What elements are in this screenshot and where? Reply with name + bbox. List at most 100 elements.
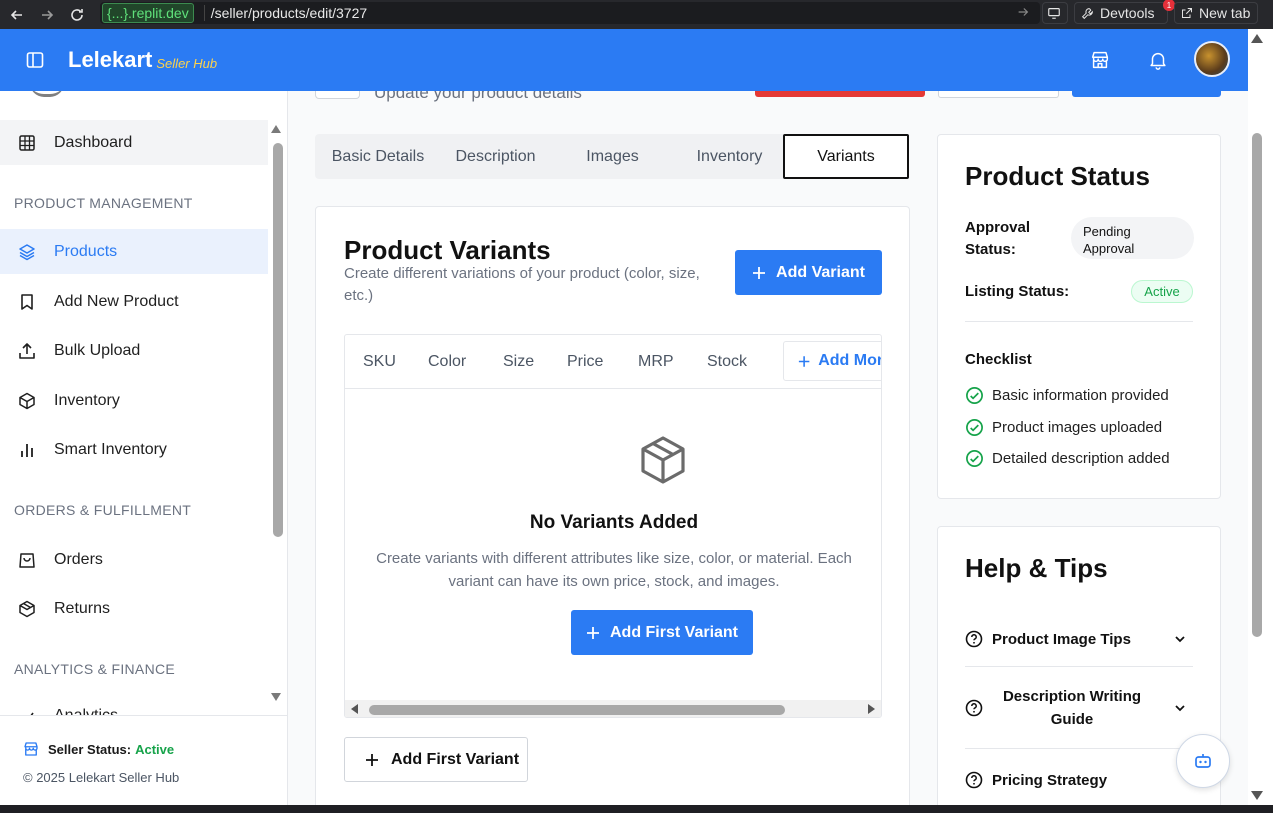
bell-icon[interactable] [1147,49,1169,71]
add-more-button[interactable]: Add More [783,341,881,381]
new-tab-button[interactable]: New tab [1174,2,1258,24]
variants-description: Create different variations of your prod… [344,265,700,304]
forward-icon[interactable] [34,4,60,26]
page-scroll-thumb[interactable] [1252,133,1262,637]
sidebar-item-add-new-product[interactable]: Add New Product [0,279,268,324]
add-first-variant-outline-button[interactable]: Add First Variant [344,737,528,782]
add-more-label: Add More [818,352,881,369]
sidebar-item-orders[interactable]: Orders [0,537,268,582]
table-horizontal-scrollbar[interactable] [345,700,881,717]
go-arrow-icon[interactable] [1016,5,1030,19]
seller-status-value: Active [135,741,175,757]
accordion-product-image-tips[interactable]: Product Image Tips [965,627,1193,651]
tab-description[interactable]: Description [437,134,554,179]
store-icon [24,742,38,756]
screen-icon[interactable] [1042,2,1068,24]
product-tabs: Basic Details Description Images Invento… [315,134,909,179]
variants-table: SKU Color Size Price MRP Stock Add More … [344,334,882,718]
package-return-icon [19,600,35,617]
sidebar-item-label: Orders [54,550,103,568]
add-first-variant-outline-label: Add First Variant [391,750,520,768]
address-bar[interactable]: {...}.replit.dev /seller/products/edit/3… [100,2,1040,24]
sidebar-footer: Seller Status: Active © 2025 Lelekart Se… [0,715,287,805]
sidebar-item-label: Inventory [54,391,120,409]
sidebar-item-label: Smart Inventory [54,440,167,458]
help-circle-icon [965,771,983,789]
sidebar-item-returns[interactable]: Returns [0,586,268,631]
column-stock: Stock [707,353,748,370]
plus-icon [798,355,810,367]
check-circle-icon [966,450,983,467]
accordion-description-writing-guide[interactable]: Description Writing Guide [965,685,1193,731]
add-variant-label: Add Variant [776,263,865,281]
empty-state-text: Create variants with different attribute… [376,550,852,590]
table-header: SKU Color Size Price MRP Stock Add More [345,335,881,389]
sidebar-item-inventory[interactable]: Inventory [0,378,268,423]
sidebar-item-label: Products [54,242,118,260]
listing-status-label: Listing Status: [965,283,1070,300]
bookmark-icon [21,293,33,310]
checklist-item: Basic information provided [965,386,1169,405]
help-tips-title: Help & Tips [965,553,1108,583]
devtools-button[interactable]: Devtools 1 [1074,0,1175,24]
plus-icon [753,266,766,279]
accordion-label: Pricing Strategy [992,771,1108,789]
user-avatar[interactable] [1194,41,1230,77]
sidebar-item-bulk-upload[interactable]: Bulk Upload [0,328,268,373]
sidebar-item-dashboard[interactable]: Dashboard [0,120,268,165]
check-circle-icon [966,419,983,436]
reload-icon[interactable] [64,4,90,26]
sidebar-scroll-thumb[interactable] [273,143,283,537]
page-scrollbar[interactable] [1248,29,1273,805]
grid-icon [19,134,35,151]
product-status-title: Product Status [965,161,1150,191]
back-icon[interactable] [4,4,30,26]
sidebar-item-products[interactable]: Products [0,229,268,274]
approval-status-label: Approval Status: [965,219,1031,258]
robot-icon [1195,754,1211,768]
sidebar-item-label: Dashboard [54,133,133,151]
tab-inventory[interactable]: Inventory [671,134,788,179]
save-button[interactable] [1072,91,1221,97]
checklist-item: Product images uploaded [965,418,1162,437]
scroll-up-icon[interactable] [1251,33,1263,43]
column-color: Color [428,353,467,370]
checklist-item-label: Product images uploaded [992,419,1163,436]
checklist-item: Detailed description added [965,449,1170,468]
bar-chart-icon [21,443,33,457]
column-price: Price [567,353,604,370]
tab-images[interactable]: Images [554,134,671,179]
scroll-left-icon[interactable] [350,704,360,714]
sidebar-item-smart-inventory[interactable]: Smart Inventory [0,427,268,472]
empty-state-title: No Variants Added [529,512,699,533]
add-variant-button[interactable]: Add Variant [735,250,882,295]
upload-icon [19,342,35,359]
window-bottom-edge [0,805,1273,813]
column-mrp: MRP [638,353,674,370]
variants-card: Product Variants Create different variat… [315,206,910,805]
back-button[interactable] [315,91,360,99]
delete-button[interactable] [755,91,925,97]
sidebar: Dashboard PRODUCT MANAGEMENT Products Ad… [0,91,288,805]
package-icon [641,436,685,484]
url-path: /seller/products/edit/3727 [203,5,367,21]
store-icon[interactable] [1089,49,1111,71]
scroll-down-icon[interactable] [1251,791,1263,801]
external-link-icon [1182,8,1192,18]
scroll-right-icon[interactable] [866,704,876,714]
seller-status: Seller Status: Active [22,740,174,758]
brand-name[interactable]: Lelekart [68,47,152,73]
sidebar-toggle-icon[interactable] [26,51,44,69]
tab-basic-details[interactable]: Basic Details [315,134,441,179]
add-first-variant-button[interactable]: Add First Variant [571,610,753,655]
cancel-button[interactable] [938,91,1059,98]
devtools-label: Devtools [1100,5,1155,21]
tab-variants[interactable]: Variants [783,134,909,179]
plus-icon [586,626,599,639]
variants-title: Product Variants [344,235,551,265]
table-scroll-thumb[interactable] [369,705,785,715]
accordion-pricing-strategy[interactable]: Pricing Strategy [965,768,1193,792]
product-status-card: Product Status Approval Status: Pending … [937,134,1221,499]
assistant-button[interactable] [1176,734,1230,788]
wrench-icon [1081,7,1093,19]
